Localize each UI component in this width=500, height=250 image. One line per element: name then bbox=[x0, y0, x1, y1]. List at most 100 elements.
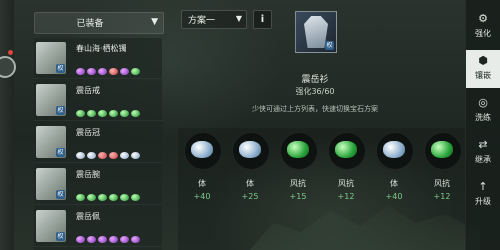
bound-badge: 权 bbox=[56, 232, 65, 241]
equipment-thumbnail: 权 bbox=[36, 210, 66, 242]
gem-icon bbox=[76, 236, 85, 243]
gem-icon bbox=[98, 152, 107, 159]
gem-icon bbox=[131, 236, 140, 243]
scheme-label: 方案一 bbox=[188, 16, 216, 26]
right-tab-bar: ⚙ 强化 ⬢ 镶嵌 ◎ 洗练 ⇄ 继承 ↑ 升级 bbox=[465, 0, 500, 250]
equipment-gem-row bbox=[76, 60, 142, 75]
gem-icon bbox=[87, 152, 96, 159]
gem-slot[interactable]: 风抗 +12 bbox=[328, 128, 368, 238]
equipment-list-item[interactable]: 权 春山海·栖松镯 bbox=[34, 38, 162, 79]
scheme-dropdown[interactable]: 方案一 ▼ bbox=[181, 10, 247, 29]
bound-badge: 权 bbox=[56, 148, 65, 157]
gem-icon bbox=[191, 141, 213, 158]
equipped-filter-label: 已装备 bbox=[76, 19, 104, 29]
gem-icon bbox=[98, 236, 107, 243]
gem-attribute: 体 bbox=[246, 179, 254, 188]
tab-label: 升级 bbox=[475, 197, 491, 206]
equipment-gem-row bbox=[76, 144, 142, 159]
equipment-name: 震岳冠 bbox=[76, 128, 100, 137]
gem-icon bbox=[109, 236, 118, 243]
gem-icon bbox=[76, 68, 85, 75]
gem-icon bbox=[98, 110, 107, 117]
gem-icon bbox=[120, 110, 129, 117]
equipment-thumbnail: 权 bbox=[36, 84, 66, 116]
equipment-list-item[interactable]: 权 震岳腕 bbox=[34, 164, 162, 205]
gem-icon bbox=[76, 152, 85, 159]
gem-slot[interactable]: 体 +40 bbox=[376, 128, 416, 238]
notification-dot bbox=[8, 50, 13, 55]
gem-slot[interactable]: 体 +40 bbox=[184, 128, 224, 238]
tab-0[interactable]: ⚙ 强化 bbox=[466, 8, 500, 46]
gem-slot[interactable]: 体 +25 bbox=[232, 128, 272, 238]
gem-icon bbox=[120, 152, 129, 159]
gem-icon bbox=[87, 110, 96, 117]
equipment-list[interactable]: 权春山海·栖松镯权震岳戒权震岳冠权震岳腕权震岳佩 bbox=[34, 38, 162, 250]
gem-icon bbox=[383, 141, 405, 158]
selected-equipment-icon[interactable]: 权 bbox=[295, 11, 337, 53]
inherit-icon: ⇄ bbox=[478, 138, 488, 151]
gem-attribute: 风抗 bbox=[434, 179, 450, 188]
gem-icon bbox=[131, 152, 140, 159]
gem-value: +40 bbox=[385, 192, 403, 201]
gem-icon bbox=[120, 194, 129, 201]
equipment-thumbnail: 权 bbox=[36, 42, 66, 74]
equipment-list-item[interactable]: 权 震岳佩 bbox=[34, 206, 162, 247]
equipment-gem-row bbox=[76, 102, 142, 117]
gem-icon bbox=[131, 110, 140, 117]
gem-icon bbox=[76, 110, 85, 117]
gem-icon bbox=[335, 141, 357, 158]
equipment-list-item[interactable]: 权 震岳戒 bbox=[34, 80, 162, 121]
scheme-hint: 少侠可通过上方列表，快速切换宝石方案 bbox=[252, 105, 378, 113]
chevron-down-icon: ▼ bbox=[235, 14, 242, 23]
bound-badge: 权 bbox=[56, 106, 65, 115]
gem-icon bbox=[239, 141, 261, 158]
gem-icon bbox=[87, 68, 96, 75]
gem-value: +12 bbox=[433, 192, 451, 201]
gem-icon bbox=[109, 194, 118, 201]
gem-attribute: 体 bbox=[198, 179, 206, 188]
gem-value: +15 bbox=[289, 192, 307, 201]
gem-attribute: 风抗 bbox=[290, 179, 306, 188]
tab-label: 强化 bbox=[475, 29, 491, 38]
gem-value: +12 bbox=[337, 192, 355, 201]
gem-icon bbox=[131, 68, 140, 75]
gem-icon bbox=[109, 68, 118, 75]
gem-icon bbox=[431, 141, 453, 158]
bound-badge: 权 bbox=[56, 190, 65, 199]
chevron-down-icon: ▼ bbox=[151, 17, 158, 27]
tab-4[interactable]: ↑ 升级 bbox=[466, 176, 500, 214]
left-edge-panel bbox=[0, 0, 14, 250]
tab-3[interactable]: ⇄ 继承 bbox=[466, 134, 500, 172]
gem-icon bbox=[76, 194, 85, 201]
equipment-thumbnail: 权 bbox=[36, 168, 66, 200]
gem-icon bbox=[287, 141, 309, 158]
gem-value: +25 bbox=[241, 192, 259, 201]
hexagon-icon: ⬢ bbox=[478, 54, 488, 67]
upgrade-icon: ⚙ bbox=[478, 12, 488, 25]
equipment-list-item[interactable]: 权 震岳冠 bbox=[34, 122, 162, 163]
tab-2[interactable]: ◎ 洗练 bbox=[466, 92, 500, 130]
gem-slot[interactable]: 风抗 +15 bbox=[280, 128, 320, 238]
equipment-name: 震岳戒 bbox=[76, 86, 100, 95]
tab-label: 洗练 bbox=[475, 113, 491, 122]
gem-slot[interactable]: 风抗 +12 bbox=[424, 128, 464, 238]
gem-icon bbox=[109, 110, 118, 117]
levelup-icon: ↑ bbox=[478, 180, 488, 193]
swirl-icon: ◎ bbox=[478, 96, 488, 109]
gem-icon bbox=[120, 68, 129, 75]
equipment-name: 震岳腕 bbox=[76, 170, 100, 179]
tab-1[interactable]: ⬢ 镶嵌 bbox=[466, 50, 500, 88]
equipment-thumbnail: 权 bbox=[36, 126, 66, 158]
gem-icon bbox=[98, 68, 107, 75]
equipped-filter-dropdown[interactable]: 已装备 ▼ bbox=[34, 12, 164, 34]
gem-icon bbox=[131, 194, 140, 201]
gem-icon bbox=[87, 236, 96, 243]
gem-icon bbox=[98, 194, 107, 201]
gem-icon bbox=[109, 152, 118, 159]
info-button[interactable]: i bbox=[253, 10, 272, 29]
gem-icon bbox=[120, 236, 129, 243]
equipment-gem-row bbox=[76, 228, 142, 243]
tab-label: 继承 bbox=[475, 155, 491, 164]
equipment-gem-row bbox=[76, 186, 142, 201]
bound-badge: 权 bbox=[325, 41, 334, 50]
